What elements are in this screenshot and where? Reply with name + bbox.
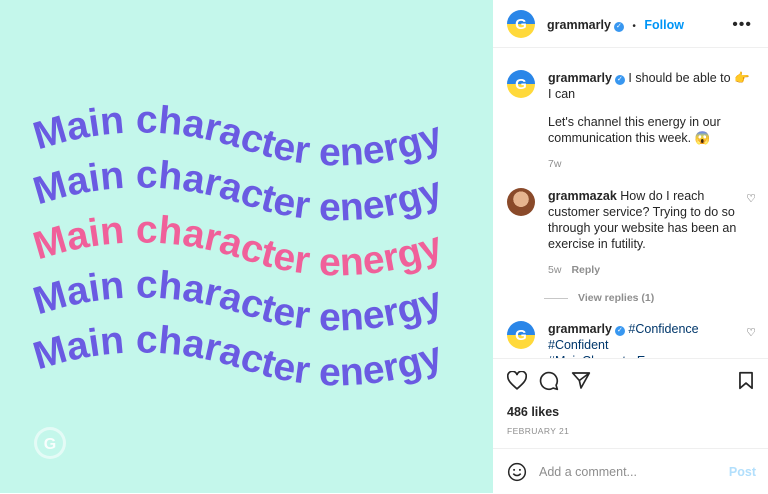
- avatar[interactable]: G: [507, 70, 535, 98]
- post-sidebar: G grammarly ✓ • Follow ••• G grammarly ✓ I…: [493, 0, 768, 493]
- verified-badge-icon: ✓: [614, 75, 625, 85]
- share-icon[interactable]: [571, 371, 591, 390]
- avatar[interactable]: [507, 188, 535, 216]
- header-user-row: grammarly ✓ • Follow: [547, 16, 684, 34]
- likes-count[interactable]: 486 likes: [507, 405, 559, 419]
- comment-like-heart-icon[interactable]: ♡: [746, 192, 756, 205]
- grammarly-logo-icon: G: [515, 326, 527, 344]
- post-date: FEBRUARY 21: [507, 426, 570, 436]
- divider: [544, 297, 568, 299]
- post-header: G grammarly ✓ • Follow •••: [493, 0, 768, 48]
- post-art: Main character energy Main character ene…: [28, 98, 448, 459]
- caption-text-2: Let's channel this energy in our communi…: [548, 115, 721, 145]
- caption: grammarly ✓ I should be able to 👉 I can L…: [548, 70, 753, 170]
- action-bar: [493, 367, 768, 395]
- grammarly-logo-icon: G: [515, 15, 527, 33]
- caption-text-row: grammarly ✓ I should be able to 👉 I can: [548, 70, 753, 102]
- comment-time: 5w: [548, 264, 562, 276]
- comment: grammazak How do I reach customer servic…: [544, 188, 743, 304]
- follow-button[interactable]: Follow: [644, 18, 684, 32]
- add-comment-bar: Add a comment... Post: [493, 448, 768, 494]
- comment-username[interactable]: grammazak: [548, 189, 617, 203]
- bookmark-icon[interactable]: [738, 371, 754, 390]
- svg-text:G: G: [44, 436, 56, 453]
- caption-time: 7w: [548, 158, 562, 170]
- comment-username[interactable]: grammarly: [548, 322, 612, 336]
- view-replies-label: View replies (1): [578, 292, 655, 304]
- like-heart-icon[interactable]: [507, 371, 527, 390]
- view-replies-button[interactable]: View replies (1): [544, 292, 743, 304]
- more-options-icon[interactable]: •••: [732, 16, 752, 34]
- separator-dot: •: [632, 21, 636, 32]
- post-button[interactable]: Post: [729, 465, 756, 479]
- comment-meta: 5w Reply: [548, 264, 743, 276]
- reply-button[interactable]: Reply: [571, 264, 600, 276]
- avatar[interactable]: G: [507, 321, 535, 349]
- comment-text-row: grammazak How do I reach customer servic…: [548, 188, 743, 252]
- comment-like-heart-icon[interactable]: ♡: [746, 326, 756, 339]
- comment-text-row: grammarly✓ #Confidence #Confident #MainC…: [548, 321, 738, 358]
- comment: grammarly✓ #Confidence #Confident #MainC…: [548, 321, 738, 358]
- grammarly-logo-icon: G: [515, 75, 527, 93]
- comment-bubble-icon[interactable]: [539, 371, 559, 391]
- header-username[interactable]: grammarly: [547, 18, 611, 32]
- comments-list[interactable]: G grammarly ✓ I should be able to 👉 I can…: [493, 48, 768, 359]
- caption-username[interactable]: grammarly: [548, 71, 612, 85]
- comment-input[interactable]: Add a comment...: [539, 465, 637, 479]
- post-image[interactable]: Main character energy Main character ene…: [0, 0, 493, 493]
- grammarly-logo-icon: G: [34, 427, 66, 459]
- verified-badge-icon: ✓: [613, 22, 624, 32]
- verified-badge-icon: ✓: [614, 326, 625, 336]
- avatar[interactable]: G: [507, 10, 535, 38]
- emoji-icon[interactable]: [507, 462, 527, 482]
